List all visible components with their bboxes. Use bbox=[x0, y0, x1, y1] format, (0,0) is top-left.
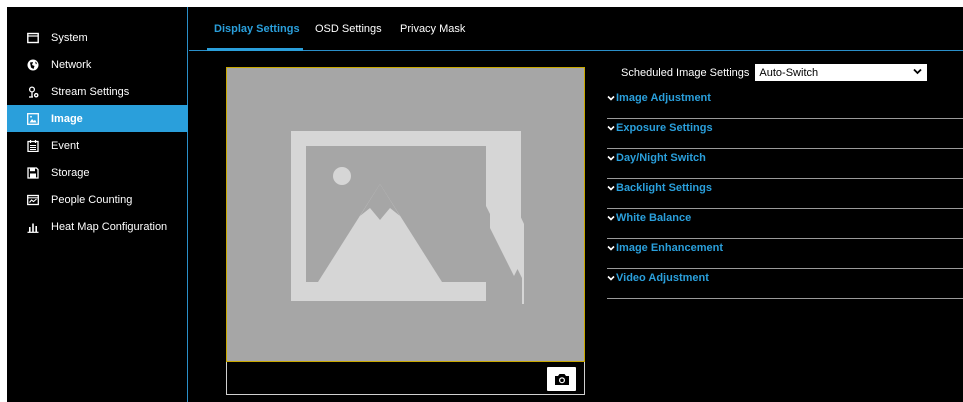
caret-down-icon bbox=[607, 125, 615, 131]
section-day-night-switch[interactable]: Day/Night Switch bbox=[607, 149, 963, 179]
section-label: Video Adjustment bbox=[616, 272, 709, 284]
caret-down-icon bbox=[607, 215, 615, 221]
section-image-adjustment[interactable]: Image Adjustment bbox=[607, 89, 963, 119]
caret-down-icon bbox=[607, 275, 615, 281]
caret-down-icon bbox=[607, 245, 615, 251]
sidebar-item-image[interactable]: Image bbox=[7, 105, 188, 132]
sidebar-item-label: Image bbox=[51, 112, 83, 125]
caret-down-icon bbox=[607, 155, 615, 161]
sidebar-item-network[interactable]: Network bbox=[7, 51, 188, 78]
chevron-down-icon bbox=[913, 68, 923, 75]
sidebar-item-heat-map-configuration[interactable]: Heat Map Configuration bbox=[7, 213, 188, 240]
active-tab-indicator bbox=[207, 48, 303, 51]
floppy-disk-icon bbox=[27, 166, 39, 179]
sidebar: System Network Stream Settings Image Eve… bbox=[7, 7, 188, 402]
scheduled-image-settings: Scheduled Image Settings Auto-Switch bbox=[621, 64, 928, 81]
sidebar-item-label: Network bbox=[51, 58, 92, 71]
tab-privacy-mask[interactable]: Privacy Mask bbox=[400, 7, 465, 51]
section-backlight-settings[interactable]: Backlight Settings bbox=[607, 179, 963, 209]
monitor-icon bbox=[27, 32, 39, 44]
app-window: System Network Stream Settings Image Eve… bbox=[7, 7, 963, 402]
settings-sections: Image Adjustment Exposure Settings Day/N… bbox=[607, 89, 963, 299]
sidebar-item-storage[interactable]: Storage bbox=[7, 159, 188, 186]
caret-down-icon bbox=[607, 95, 615, 101]
sidebar-item-people-counting[interactable]: People Counting bbox=[7, 186, 188, 213]
section-label: Image Adjustment bbox=[616, 92, 711, 104]
preview-toolbar bbox=[226, 362, 585, 395]
sidebar-nav: System Network Stream Settings Image Eve… bbox=[7, 24, 188, 240]
scheduled-image-settings-select[interactable]: Auto-Switch bbox=[755, 64, 928, 81]
sidebar-item-stream-settings[interactable]: Stream Settings bbox=[7, 78, 188, 105]
select-value: Auto-Switch bbox=[759, 66, 819, 79]
globe-icon bbox=[27, 59, 39, 71]
sidebar-item-label: Stream Settings bbox=[51, 85, 130, 98]
section-label: Exposure Settings bbox=[616, 122, 713, 134]
camera-icon bbox=[554, 373, 569, 385]
image-placeholder-icon bbox=[291, 131, 524, 304]
sidebar-item-event[interactable]: Event bbox=[7, 132, 188, 159]
snapshot-button[interactable] bbox=[547, 367, 576, 391]
section-label: Image Enhancement bbox=[616, 242, 723, 254]
section-label: White Balance bbox=[616, 212, 692, 224]
stream-settings-icon bbox=[27, 85, 39, 98]
bar-chart-icon bbox=[27, 221, 39, 233]
caret-down-icon bbox=[607, 185, 615, 191]
section-label: Backlight Settings bbox=[616, 182, 712, 194]
section-image-enhancement[interactable]: Image Enhancement bbox=[607, 239, 963, 269]
section-label: Day/Night Switch bbox=[616, 152, 706, 164]
sidebar-item-label: System bbox=[51, 31, 88, 44]
sidebar-item-label: Event bbox=[51, 139, 80, 152]
section-video-adjustment[interactable]: Video Adjustment bbox=[607, 269, 963, 299]
image-icon bbox=[27, 112, 39, 125]
people-counting-icon bbox=[27, 194, 39, 206]
sidebar-item-system[interactable]: System bbox=[7, 24, 188, 51]
sidebar-item-label: Heat Map Configuration bbox=[51, 220, 168, 233]
sidebar-item-label: Storage bbox=[51, 166, 90, 179]
tab-bar: Display Settings OSD Settings Privacy Ma… bbox=[189, 7, 963, 51]
video-preview[interactable] bbox=[226, 67, 585, 362]
section-white-balance[interactable]: White Balance bbox=[607, 209, 963, 239]
tab-display-settings[interactable]: Display Settings bbox=[214, 7, 300, 51]
tab-osd-settings[interactable]: OSD Settings bbox=[315, 7, 382, 51]
calendar-list-icon bbox=[27, 139, 39, 152]
scheduled-image-settings-label: Scheduled Image Settings bbox=[621, 66, 750, 79]
section-exposure-settings[interactable]: Exposure Settings bbox=[607, 119, 963, 149]
sidebar-item-label: People Counting bbox=[51, 193, 133, 206]
